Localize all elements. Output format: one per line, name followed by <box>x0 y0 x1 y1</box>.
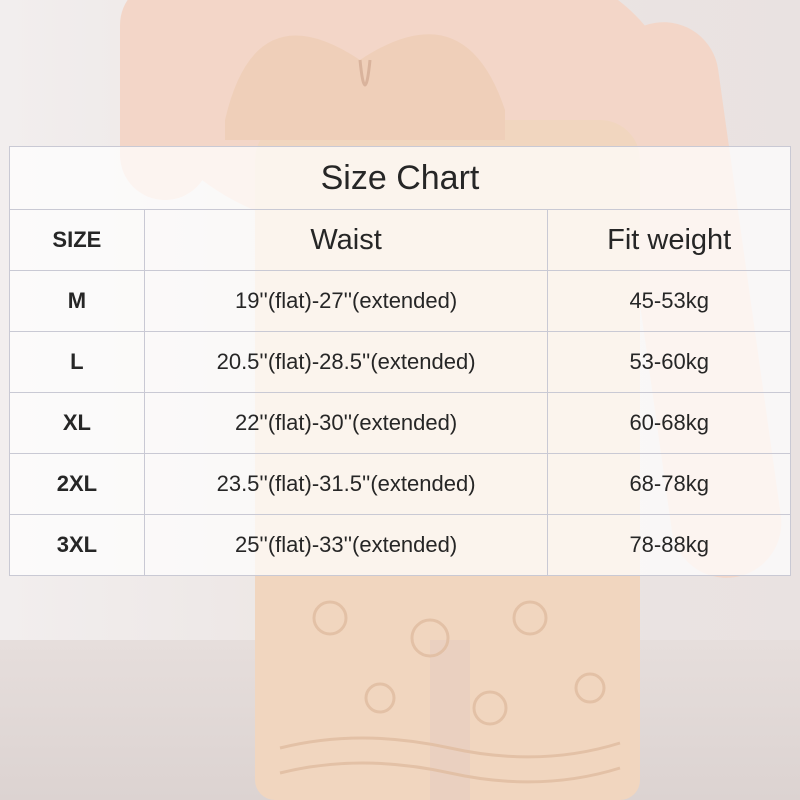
weight-cell: 53-60kg <box>547 331 791 393</box>
weight-cell: 78-88kg <box>547 514 791 576</box>
size-cell: 3XL <box>9 514 145 576</box>
size-chart-table: Size Chart SIZE Waist Fit weight M 19''(… <box>9 146 791 576</box>
size-cell: L <box>9 331 145 393</box>
size-cell: XL <box>9 392 145 454</box>
table-row: XL 22''(flat)-30''(extended) 60-68kg <box>9 392 791 454</box>
table-row: L 20.5''(flat)-28.5''(extended) 53-60kg <box>9 331 791 393</box>
size-chart-title: Size Chart <box>9 146 791 210</box>
header-size: SIZE <box>9 209 145 271</box>
waist-cell: 22''(flat)-30''(extended) <box>143 392 549 454</box>
weight-cell: 68-78kg <box>547 453 791 515</box>
waist-cell: 25''(flat)-33''(extended) <box>143 514 549 576</box>
waist-cell: 23.5''(flat)-31.5''(extended) <box>143 453 549 515</box>
weight-cell: 60-68kg <box>547 392 791 454</box>
lace-pattern <box>279 600 621 784</box>
header-waist: Waist <box>143 209 549 271</box>
table-row: 2XL 23.5''(flat)-31.5''(extended) 68-78k… <box>9 453 791 515</box>
size-chart-title-row: Size Chart <box>9 146 791 210</box>
table-row: M 19''(flat)-27''(extended) 45-53kg <box>9 270 791 332</box>
size-cell: 2XL <box>9 453 145 515</box>
size-cell: M <box>9 270 145 332</box>
waist-cell: 19''(flat)-27''(extended) <box>143 270 549 332</box>
header-fit-weight: Fit weight <box>547 209 791 271</box>
header-row: SIZE Waist Fit weight <box>9 209 791 271</box>
waist-cell: 20.5''(flat)-28.5''(extended) <box>143 331 549 393</box>
weight-cell: 45-53kg <box>547 270 791 332</box>
bra <box>225 34 505 140</box>
table-row: 3XL 25''(flat)-33''(extended) 78-88kg <box>9 514 791 576</box>
